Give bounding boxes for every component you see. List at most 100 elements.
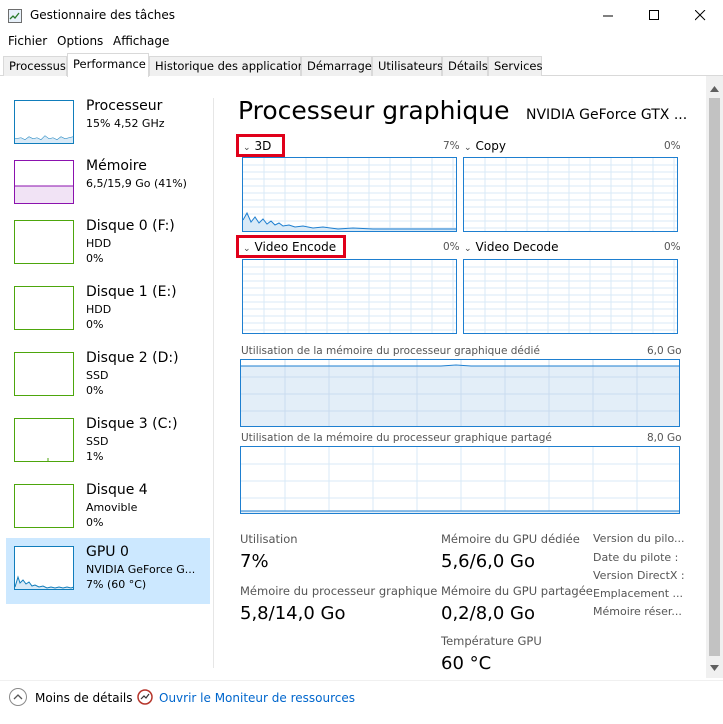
chevron-down-icon: ⌄ [464,244,472,254]
shared-memory-label: Utilisation de la mémoire du processeur … [241,432,552,444]
tab-services[interactable]: Services [488,56,543,76]
engine-graph-copy [463,157,678,232]
sidebar-item-type: HDD [86,303,112,316]
gpu-model-name: NVIDIA GeForce GTX ... [526,107,688,123]
gpu-temperature-label: Température GPU [441,634,542,648]
resource-monitor-icon [137,689,153,705]
engine-graph-video-encode [242,259,457,334]
sidebar-item-disque-4[interactable]: Disque 4 Amovible 0% [6,476,210,540]
minimize-button[interactable] [585,0,631,31]
engine-label: Video Decode [475,240,559,254]
tab-demarrage[interactable]: Démarrage [301,56,372,76]
scroll-thumb[interactable] [709,98,720,656]
minimize-icon [602,15,613,17]
info-directx-version-label: Version DirectX : [593,569,685,582]
maximize-button[interactable] [631,0,677,31]
sidebar-item-disque-1[interactable]: Disque 1 (E:) HDD 0% [6,278,210,342]
disque-2-thumbnail [14,352,74,396]
info-driver-version-label: Version du pilo... [593,532,685,545]
menu-options[interactable]: Options [57,34,103,48]
sidebar-item-type: HDD [86,237,112,250]
sidebar-item-usage: 7% (60 °C) [86,578,147,591]
resource-monitor-link[interactable]: Ouvrir le Moniteur de ressources [159,691,355,705]
sidebar-item-disque-3[interactable]: Disque 3 (C:) SSD 1% [6,410,210,474]
tab-utilisateurs[interactable]: Utilisateurs [372,56,443,76]
engine-percent: 0% [664,140,681,152]
tab-bar: Processus Performance Historique des app… [0,52,723,77]
tab-details[interactable]: Détails [442,56,488,76]
sidebar-item-detail: 15% 4,52 GHz [86,117,165,130]
page-title: Processeur graphique [238,96,510,125]
info-driver-date-label: Date du pilote : [593,551,679,564]
dedicated-gpu-memory-value: 5,6/6,0 Go [441,551,535,572]
utilisation-label: Utilisation [240,532,298,546]
engine-graph-video-decode [463,259,678,334]
scroll-down-arrow-icon[interactable] [706,659,723,676]
sidebar-item-usage: 0% [86,516,104,529]
engine-percent: 0% [443,241,460,253]
info-reserved-memory-label: Mémoire réser... [593,605,682,618]
window-title: Gestionnaire des tâches [30,8,176,22]
task-manager-icon [8,9,22,23]
dedicated-memory-max: 6,0 Go [647,345,682,357]
chevron-down-icon: ⌄ [464,143,472,153]
menu-fichier[interactable]: Fichier [8,34,47,48]
engine-label: Copy [475,139,506,153]
gpu-0-thumbnail [14,546,74,590]
disque-4-thumbnail [14,484,74,528]
gpu-memory-label: Mémoire du processeur graphique [240,584,438,598]
sidebar-divider [213,98,214,668]
maximize-icon [648,10,659,20]
menu-affichage[interactable]: Affichage [113,34,169,48]
sidebar-item-processeur[interactable]: Processeur 15% 4,52 GHz [6,92,210,156]
shared-memory-graph [240,446,680,514]
resource-sidebar: Processeur 15% 4,52 GHz Mémoire 6,5/15,9… [0,76,212,672]
sidebar-item-gpu-0[interactable]: GPU 0 NVIDIA GeForce G... 7% (60 °C) [6,538,210,604]
scroll-up-arrow-icon[interactable] [706,80,723,97]
sidebar-item-disque-2[interactable]: Disque 2 (D:) SSD 0% [6,344,210,408]
dedicated-memory-graph [240,359,680,427]
sidebar-item-name: Disque 0 (F:) [86,218,175,234]
engine-selector-copy[interactable]: ⌄ Copy [464,139,506,153]
sidebar-item-name: Mémoire [86,158,147,174]
disque-1-thumbnail [14,286,74,330]
sidebar-item-type: SSD [86,369,109,382]
shared-gpu-memory-label: Mémoire du GPU partagée [441,584,593,598]
sidebar-item-type: SSD [86,435,109,448]
sidebar-item-disque-0[interactable]: Disque 0 (F:) HDD 0% [6,212,210,276]
sidebar-item-name: Disque 2 (D:) [86,350,179,366]
close-icon [694,10,705,21]
footer-separator [0,680,723,681]
sidebar-item-usage: 0% [86,384,104,397]
memoire-thumbnail [14,160,74,204]
disque-0-thumbnail [14,220,74,264]
shared-memory-max: 8,0 Go [647,432,682,444]
less-details-button[interactable]: Moins de détails [35,691,133,705]
title-bar[interactable]: Gestionnaire des tâches [0,0,723,31]
sidebar-item-name: Disque 1 (E:) [86,284,177,300]
task-manager-window: Gestionnaire des tâches Fichier Options … [0,0,723,724]
engine-graph-3d [242,157,457,232]
sidebar-item-gpu-model: NVIDIA GeForce G... [86,563,196,576]
sidebar-item-type: Amovible [86,501,138,514]
close-button[interactable] [677,0,723,31]
sidebar-item-name: Disque 4 [86,482,148,498]
sidebar-item-detail: 6,5/15,9 Go (41%) [86,177,187,190]
sidebar-item-memoire[interactable]: Mémoire 6,5/15,9 Go (41%) [6,152,210,216]
dedicated-gpu-memory-label: Mémoire du GPU dédiée [441,532,580,546]
gpu-memory-value: 5,8/14,0 Go [240,603,346,624]
menu-bar: Fichier Options Affichage [0,31,723,51]
tab-processus[interactable]: Processus [3,56,67,76]
chevron-up-circle-icon[interactable] [9,688,27,706]
info-location-label: Emplacement ... [593,587,684,600]
tab-performance[interactable]: Performance [67,53,149,77]
vertical-scrollbar[interactable] [706,76,723,678]
tab-historique[interactable]: Historique des applications [149,56,311,76]
dedicated-memory-label: Utilisation de la mémoire du processeur … [241,345,540,357]
engine-percent: 7% [443,140,460,152]
engine-selector-video-decode[interactable]: ⌄ Video Decode [464,240,559,254]
utilisation-value: 7% [240,551,269,572]
sidebar-item-name: GPU 0 [86,544,129,560]
sidebar-item-usage: 0% [86,318,104,331]
processeur-thumbnail [14,100,74,144]
